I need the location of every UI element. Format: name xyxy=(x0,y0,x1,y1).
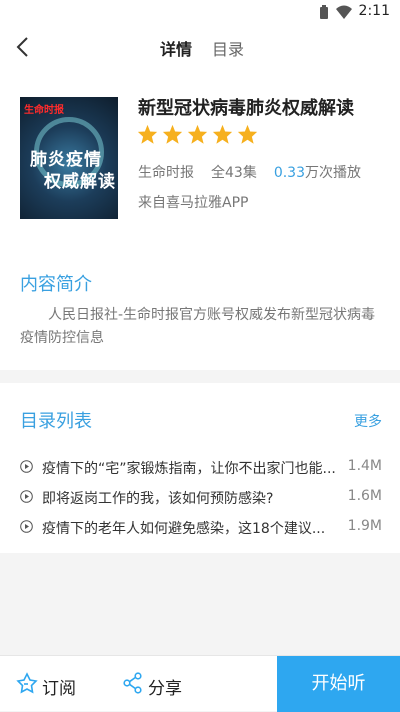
share-icon xyxy=(123,672,142,694)
start-listening-button[interactable]: 开始听 xyxy=(277,656,400,712)
list-item[interactable]: 疫情下的老年人如何避免感染，这18个建议... 1.9M xyxy=(20,515,382,539)
bottom-action-bar: 订阅 分享 开始听 xyxy=(0,655,400,712)
back-arrow-icon[interactable] xyxy=(14,36,34,58)
subscribe-button[interactable]: 订阅 xyxy=(16,672,80,699)
episode-size: 1.6M xyxy=(345,488,382,504)
share-button[interactable]: 分享 xyxy=(122,672,186,699)
album-cover[interactable]: 生命时报 肺炎疫情 权威解读 xyxy=(20,97,118,219)
play-circle-icon xyxy=(20,520,33,533)
top-navbar: 详情 目录 xyxy=(0,24,400,70)
episode-title: 疫情下的“宅”家锻炼指南，让你不出家门也能... xyxy=(42,461,336,477)
status-time: 2:11 xyxy=(358,3,390,19)
status-bar: 2:11 xyxy=(0,0,400,24)
tab-details[interactable]: 详情 xyxy=(160,36,192,60)
star-icon xyxy=(212,124,233,144)
tab-catalog[interactable]: 目录 xyxy=(212,36,244,60)
intro-heading: 内容简介 xyxy=(20,274,92,295)
episode-list-panel: 目录列表 更多 疫情下的“宅”家锻炼指南，让你不出家门也能... 1.4M 即将… xyxy=(0,383,400,553)
episode-size: 1.4M xyxy=(345,458,382,474)
episode-title: 即将返岗工作的我，该如何预防感染? xyxy=(42,491,274,507)
play-count-number: 0.33 xyxy=(273,165,305,181)
play-circle-icon xyxy=(20,460,33,473)
share-label: 分享 xyxy=(148,679,182,699)
intro-text: 人民日报社-生命时报官方账号权威发布新型冠状病毒疫情防控信息 xyxy=(20,307,376,346)
episode-count: 全43集 xyxy=(211,165,257,181)
star-icon xyxy=(237,124,258,144)
star-icon xyxy=(187,124,208,144)
episode-title: 疫情下的老年人如何避免感染，这18个建议... xyxy=(42,521,326,537)
album-source: 来自喜马拉雅APP xyxy=(138,195,249,211)
play-circle-icon xyxy=(20,490,33,503)
episode-size: 1.9M xyxy=(345,518,382,534)
more-button[interactable]: 更多 xyxy=(354,411,382,431)
star-icon xyxy=(162,124,183,144)
subscribe-label: 订阅 xyxy=(42,679,76,699)
episode-list-heading: 目录列表 xyxy=(20,411,92,432)
album-title: 新型冠状病毒肺炎权威解读 xyxy=(138,98,354,119)
publisher-name: 生命时报 xyxy=(138,165,194,181)
cover-tag: 生命时报 xyxy=(24,105,64,116)
list-item[interactable]: 疫情下的“宅”家锻炼指南，让你不出家门也能... 1.4M xyxy=(20,455,382,479)
cover-title-line2: 权威解读 xyxy=(44,172,116,192)
rating-stars xyxy=(137,124,262,146)
list-item[interactable]: 即将返岗工作的我，该如何预防感染? 1.6M xyxy=(20,485,382,509)
subscribe-icon xyxy=(16,672,38,694)
album-meta: 生命时报 全43集 0.33万次播放 xyxy=(138,162,361,182)
wifi-icon xyxy=(336,5,352,19)
battery-icon xyxy=(320,5,328,19)
star-icon xyxy=(137,124,158,144)
album-detail-panel: 生命时报 肺炎疫情 权威解读 新型冠状病毒肺炎权威解读 生命时报 全43集 0.33… xyxy=(0,70,400,370)
play-count-unit: 万次播放 xyxy=(305,165,361,181)
